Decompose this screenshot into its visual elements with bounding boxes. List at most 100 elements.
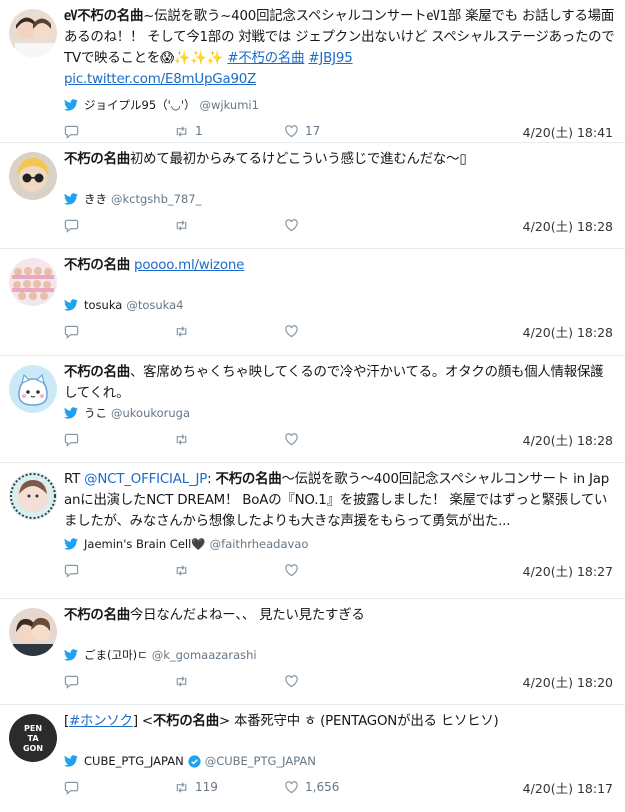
reply-button[interactable] (64, 674, 79, 689)
retweet-button[interactable] (174, 563, 189, 578)
tweet: 不朽の名曲、客席めちゃくちゃ映してくるので冷や汗かいてる。オタクの顔も個人情報保… (0, 356, 625, 463)
retweet-icon (176, 564, 187, 576)
avatar[interactable] (9, 9, 57, 57)
retweet-icon (176, 125, 187, 137)
reply-icon (64, 564, 79, 578)
retweeted-user-link[interactable]: @NCT_OFFICIAL_JP (84, 472, 207, 487)
retweet-button[interactable]: 119 (174, 780, 218, 795)
tweet-date[interactable]: 4/20(土) 18:28 (523, 430, 613, 449)
author-name[interactable]: CUBE_PTG_JAPAN (84, 754, 184, 768)
tweet-actions: 4/20(土) 18:20 (64, 666, 615, 696)
like-icon (285, 324, 298, 337)
retweet-icon (176, 219, 187, 231)
reply-icon (64, 675, 79, 689)
tweet-meta: CUBE_PTG_JAPAN @CUBE_PTG_JAPAN (64, 754, 615, 768)
reply-icon (64, 433, 79, 447)
tweet: 不朽の名曲初めて最初からみてるけどこういう感じで進むんだな〜▯ きき @kctg… (0, 143, 625, 249)
retweet-button[interactable] (174, 432, 189, 447)
media-link[interactable]: pic.twitter.com/E8mUpGa90Z (64, 72, 256, 87)
tweet-actions: 1 17 4/20(土) 18:41 (64, 116, 615, 146)
tweet: PEN TA GON [#ホンソク] <不朽の名曲> 本番死守中 ㅎ (PENTAG… (0, 705, 625, 811)
like-button[interactable]: 1,656 (284, 780, 339, 795)
author-name[interactable]: うこ (84, 405, 107, 421)
author-name[interactable]: ごま(고마)ㄷ (84, 647, 148, 663)
twitter-bird-icon (64, 538, 78, 550)
tweet-text: 不朽の名曲初めて最初からみてるけどこういう感じで進むんだな〜▯ (64, 152, 467, 167)
tweet-text: RT @NCT_OFFICIAL_JP: 不朽の名曲〜伝説を歌う〜400回記念ス… (64, 472, 610, 529)
retweet-icon (176, 781, 187, 793)
like-button[interactable] (284, 674, 299, 689)
retweet-button[interactable] (174, 218, 189, 233)
like-button[interactable] (284, 432, 299, 447)
like-count: 1,656 (305, 780, 340, 794)
retweet-button[interactable] (174, 674, 189, 689)
retweet-button[interactable] (174, 324, 189, 339)
hashtag-link[interactable]: #ホンソク (69, 714, 133, 729)
like-button[interactable] (284, 324, 299, 339)
author-name[interactable]: Jaemin's Brain Cell🖤 (84, 537, 206, 551)
author-name[interactable]: きき (84, 191, 107, 207)
tweet-date[interactable]: 4/20(土) 18:41 (523, 122, 613, 141)
author-name[interactable]: ジョイプル95（'◡'） (84, 97, 196, 113)
hashtag-link[interactable]: #不朽の名曲 (227, 51, 304, 66)
avatar[interactable] (9, 152, 57, 200)
tweet-meta: きき @kctgshb_787_ (64, 192, 615, 206)
like-count: 17 (305, 124, 321, 138)
reply-button[interactable] (64, 124, 79, 139)
reply-button[interactable] (64, 218, 79, 233)
reply-button[interactable] (64, 432, 79, 447)
like-button[interactable] (284, 218, 299, 233)
retweet-count: 119 (195, 780, 218, 794)
verified-icon (188, 754, 201, 768)
reply-button[interactable] (64, 324, 79, 339)
external-link[interactable]: poooo.ml/wizone (134, 258, 244, 273)
tweet-text: 不朽の名曲、客席めちゃくちゃ映してくるので冷や汗かいてる。オタクの顔も個人情報保… (64, 365, 604, 401)
author-name[interactable]: tosuka (84, 298, 122, 312)
avatar[interactable] (9, 258, 57, 306)
avatar[interactable] (9, 472, 57, 520)
like-button[interactable] (284, 563, 299, 578)
tweet-date[interactable]: 4/20(土) 18:28 (523, 322, 613, 341)
like-button[interactable]: 17 (284, 124, 320, 139)
reply-button[interactable] (64, 563, 79, 578)
tweet-actions: 4/20(土) 18:28 (64, 424, 615, 454)
tweet: 不朽の名曲 poooo.ml/wizone tosuka @tosuka4 4/… (0, 249, 625, 356)
reply-button[interactable] (64, 780, 79, 795)
author-handle[interactable]: @faithrheadavao (210, 537, 309, 551)
like-icon (285, 124, 298, 137)
twitter-bird-icon (64, 649, 78, 661)
twitter-bird-icon (64, 407, 78, 419)
tweet-text: 不朽の名曲 poooo.ml/wizone (64, 258, 245, 273)
tweet-text: ㋎不朽の名曲~伝説を歌う~400回記念スペシャルコンサート㋎1部 楽屋でも お話… (64, 9, 619, 87)
author-handle[interactable]: @wjkumi1 (200, 98, 259, 112)
tweet-actions: 119 1,656 4/20(土) 18:17 (64, 772, 615, 802)
tweet-actions: 4/20(土) 18:28 (64, 316, 615, 346)
reply-icon (64, 781, 79, 795)
avatar[interactable]: PEN TA GON (9, 714, 57, 762)
tweet-date[interactable]: 4/20(土) 18:27 (523, 561, 613, 580)
avatar[interactable] (9, 365, 57, 413)
like-icon (285, 780, 298, 793)
hashtag-link[interactable]: #JBJ95 (308, 51, 352, 66)
tweet: ㋎不朽の名曲~伝説を歌う~400回記念スペシャルコンサート㋎1部 楽屋でも お話… (0, 0, 625, 143)
twitter-bird-icon (64, 193, 78, 205)
author-handle[interactable]: @tosuka4 (126, 298, 183, 312)
tweet-meta: Jaemin's Brain Cell🖤 @faithrheadavao (64, 537, 615, 551)
author-handle[interactable]: @CUBE_PTG_JAPAN (205, 754, 316, 768)
tweet: RT @NCT_OFFICIAL_JP: 不朽の名曲〜伝説を歌う〜400回記念ス… (0, 463, 625, 599)
retweet-button[interactable]: 1 (174, 124, 203, 139)
author-handle[interactable]: @k_gomaazarashi (152, 648, 257, 662)
tweet-actions: 4/20(土) 18:28 (64, 210, 615, 240)
tweet-date[interactable]: 4/20(土) 18:17 (523, 778, 613, 797)
retweet-icon (176, 433, 187, 445)
like-icon (285, 563, 298, 576)
reply-icon (64, 325, 79, 339)
svg-text:TA: TA (27, 734, 39, 743)
author-handle[interactable]: @ukoukoruga (111, 406, 190, 420)
tweet-meta: ジョイプル95（'◡'） @wjkumi1 (64, 98, 615, 112)
author-handle[interactable]: @kctgshb_787_ (111, 192, 201, 206)
tweet-actions: 4/20(土) 18:27 (64, 555, 615, 585)
tweet-date[interactable]: 4/20(土) 18:20 (523, 672, 613, 691)
tweet-date[interactable]: 4/20(土) 18:28 (523, 216, 613, 235)
avatar[interactable] (9, 608, 57, 656)
